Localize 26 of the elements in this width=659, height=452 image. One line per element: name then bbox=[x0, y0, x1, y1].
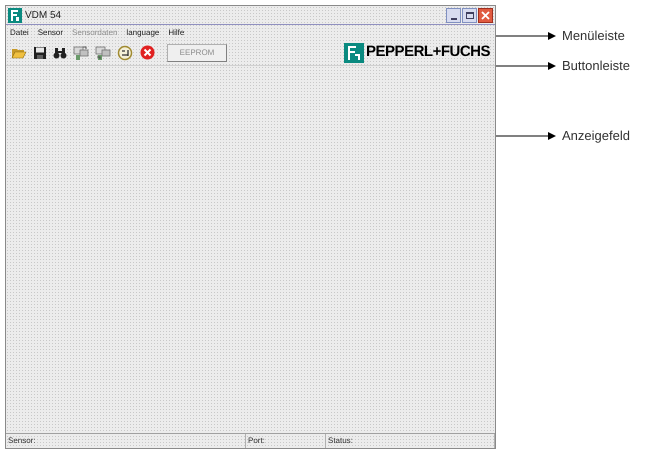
pointer-arrow bbox=[496, 32, 556, 40]
download-device-icon[interactable] bbox=[95, 44, 111, 60]
app-logo-icon bbox=[8, 8, 22, 22]
menu-item[interactable]: Sensor bbox=[38, 26, 64, 38]
callout-label: Buttonleiste bbox=[562, 57, 630, 75]
close-icon bbox=[481, 10, 490, 20]
callout-label: Anzeigefeld bbox=[562, 127, 630, 145]
menu-item[interactable]: Datei bbox=[10, 26, 29, 38]
menu-item[interactable]: Hilfe bbox=[168, 26, 184, 38]
binoculars-icon[interactable] bbox=[53, 46, 67, 60]
pointer-arrow bbox=[496, 132, 556, 140]
sensor-circle-icon[interactable] bbox=[117, 44, 134, 60]
status-field: Status: bbox=[326, 434, 495, 448]
logo-mark-icon bbox=[344, 42, 364, 62]
maximize-button[interactable] bbox=[462, 8, 477, 22]
pointer-arrow bbox=[496, 62, 556, 70]
close-button[interactable] bbox=[478, 8, 493, 22]
status-field: Port: bbox=[246, 434, 326, 448]
error-cross-icon[interactable] bbox=[140, 45, 155, 60]
upload-device-icon[interactable] bbox=[73, 44, 89, 60]
status-field: Sensor: bbox=[6, 434, 246, 448]
menu-item[interactable]: language bbox=[126, 26, 160, 38]
callout-label: Menüleiste bbox=[562, 27, 625, 45]
minimize-button[interactable] bbox=[446, 8, 461, 22]
window-title: VDM 54 bbox=[25, 8, 62, 22]
brand-logo-text: PEPPERL+FUCHS bbox=[366, 42, 490, 62]
